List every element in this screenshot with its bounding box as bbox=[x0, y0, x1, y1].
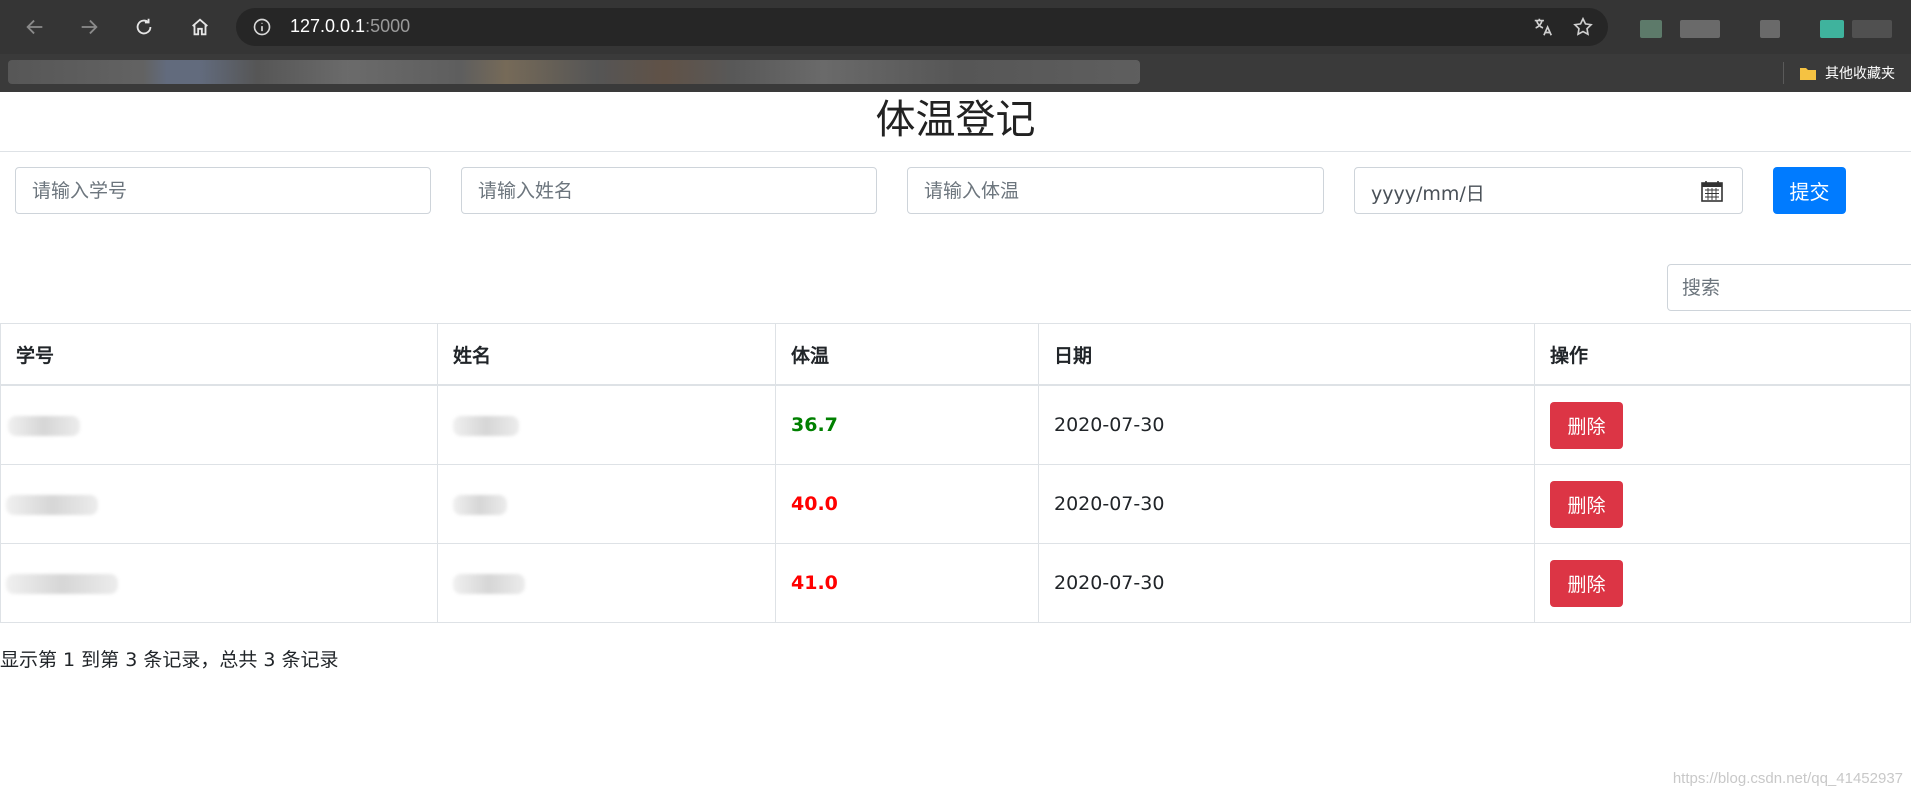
bookmark-star-icon[interactable] bbox=[1572, 16, 1594, 38]
browser-chrome: 127.0.0.1:5000 其他收藏夹 bbox=[0, 0, 1911, 92]
extension-icon[interactable] bbox=[1640, 20, 1662, 38]
student-id-cell bbox=[0, 384, 438, 465]
bookmarks-bar: 其他收藏夹 bbox=[0, 54, 1911, 92]
temperature-value: 36.7 bbox=[791, 414, 838, 436]
date-cell: 2020-07-30 bbox=[1038, 464, 1535, 544]
column-header-date[interactable]: 日期 bbox=[1038, 323, 1535, 386]
temperature-value: 40.0 bbox=[791, 493, 838, 515]
table-row: 41.0 2020-07-30 删除 bbox=[0, 543, 1911, 623]
student-id-input[interactable] bbox=[15, 167, 431, 214]
folder-icon bbox=[1800, 68, 1816, 80]
temperature-cell: 36.7 bbox=[775, 384, 1039, 465]
title-divider bbox=[0, 151, 1911, 152]
url-port: :5000 bbox=[365, 16, 411, 36]
submit-button[interactable]: 提交 bbox=[1773, 167, 1846, 214]
delete-button[interactable]: 删除 bbox=[1550, 559, 1623, 607]
reload-icon[interactable] bbox=[129, 12, 159, 42]
extension-icon[interactable] bbox=[1820, 20, 1844, 38]
column-header-student-id[interactable]: 学号 bbox=[0, 323, 438, 386]
actions-cell: 删除 bbox=[1534, 384, 1911, 465]
site-info-icon[interactable] bbox=[252, 17, 272, 37]
table-header-row: 学号 姓名 体温 日期 操作 bbox=[0, 323, 1911, 386]
actions-cell: 删除 bbox=[1534, 543, 1911, 623]
name-cell bbox=[437, 384, 776, 465]
other-bookmarks-label: 其他收藏夹 bbox=[1825, 66, 1895, 82]
forward-icon[interactable] bbox=[74, 12, 104, 42]
column-header-name[interactable]: 姓名 bbox=[437, 323, 776, 386]
extension-icon[interactable] bbox=[1852, 20, 1892, 38]
calendar-icon[interactable] bbox=[1700, 179, 1724, 203]
extension-icon[interactable] bbox=[1680, 20, 1720, 38]
delete-button[interactable]: 删除 bbox=[1550, 480, 1623, 528]
records-table: 学号 姓名 体温 日期 操作 36.7 2020-07-30 删除 40.0 2… bbox=[0, 323, 1911, 623]
table-row: 36.7 2020-07-30 删除 bbox=[0, 384, 1911, 465]
other-bookmarks-folder[interactable]: 其他收藏夹 bbox=[1799, 63, 1895, 83]
date-cell: 2020-07-30 bbox=[1038, 543, 1535, 623]
pagination-summary: 显示第 1 到第 3 条记录，总共 3 条记录 bbox=[0, 649, 339, 671]
address-bar[interactable]: 127.0.0.1:5000 bbox=[236, 8, 1608, 46]
home-icon[interactable] bbox=[185, 12, 215, 42]
actions-cell: 删除 bbox=[1534, 464, 1911, 544]
page-title: 体温登记 bbox=[875, 97, 1036, 143]
table-row: 40.0 2020-07-30 删除 bbox=[0, 464, 1911, 544]
delete-button[interactable]: 删除 bbox=[1550, 401, 1623, 449]
date-input[interactable]: yyyy/mm/日 bbox=[1354, 167, 1743, 214]
translate-icon[interactable] bbox=[1532, 16, 1554, 38]
redacted-name bbox=[453, 494, 507, 515]
temperature-input[interactable] bbox=[907, 167, 1324, 214]
student-id-cell bbox=[0, 543, 438, 623]
bookmarks-divider bbox=[1783, 62, 1784, 84]
column-header-temperature[interactable]: 体温 bbox=[775, 323, 1039, 386]
name-cell bbox=[437, 543, 776, 623]
url-host: 127.0.0.1 bbox=[290, 16, 366, 36]
extension-icon[interactable] bbox=[1760, 20, 1780, 38]
column-header-actions[interactable]: 操作 bbox=[1534, 323, 1911, 386]
name-input[interactable] bbox=[461, 167, 877, 214]
redacted-name bbox=[453, 573, 525, 594]
watermark: https://blog.csdn.net/qq_41452937 bbox=[1672, 770, 1903, 787]
search-input[interactable] bbox=[1667, 264, 1911, 311]
redacted-student-id bbox=[6, 573, 118, 594]
temperature-cell: 41.0 bbox=[775, 543, 1039, 623]
name-cell bbox=[437, 464, 776, 544]
temperature-value: 41.0 bbox=[791, 572, 838, 594]
date-cell: 2020-07-30 bbox=[1038, 384, 1535, 465]
redacted-student-id bbox=[6, 494, 98, 515]
url-text: 127.0.0.1:5000 bbox=[290, 16, 410, 37]
redacted-name bbox=[453, 415, 519, 436]
student-id-cell bbox=[0, 464, 438, 544]
bookmarks-items[interactable] bbox=[8, 60, 1140, 84]
temperature-cell: 40.0 bbox=[775, 464, 1039, 544]
browser-toolbar: 127.0.0.1:5000 bbox=[0, 0, 1911, 54]
redacted-student-id bbox=[8, 415, 80, 436]
date-placeholder: yyyy/mm/日 bbox=[1371, 183, 1485, 205]
back-icon[interactable] bbox=[20, 12, 50, 42]
